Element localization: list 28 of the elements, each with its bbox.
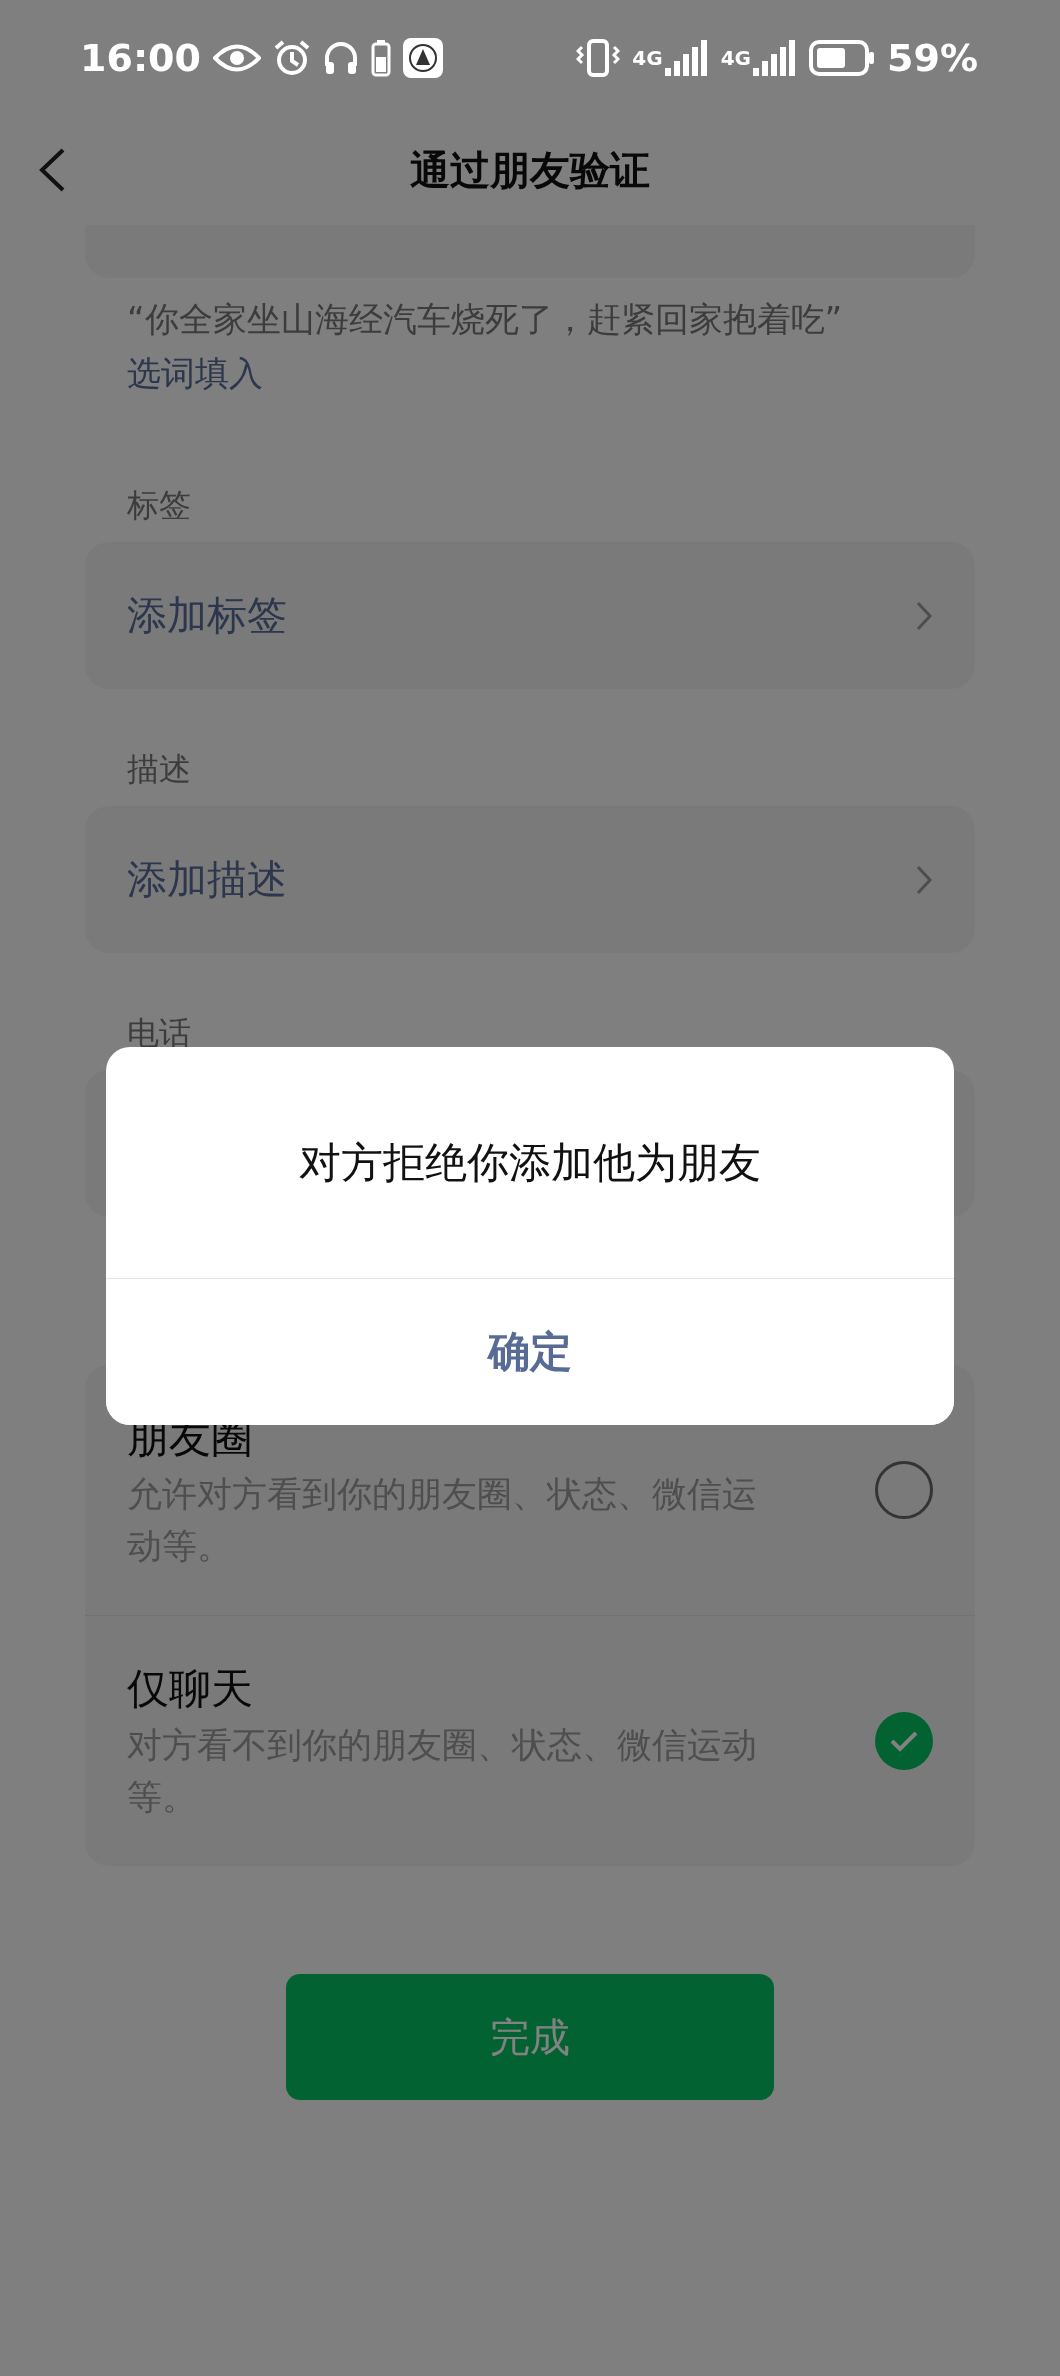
signal-icon xyxy=(664,39,709,76)
settings-row[interactable]: 添加描述 xyxy=(85,806,975,953)
settings-row[interactable]: 添加标签 xyxy=(85,542,975,689)
permission-title: 仅聊天 xyxy=(127,1663,254,1715)
eye-icon xyxy=(212,42,261,73)
done-button[interactable]: 完成 xyxy=(286,1974,774,2100)
battery-percentage: 59% xyxy=(887,35,978,80)
chevron-icon xyxy=(915,599,933,632)
back-icon[interactable] xyxy=(38,147,66,193)
greeting-hint: “你全家坐山海经汽车烧死了，赶紧回家抱着吃” 选词填入 xyxy=(126,298,844,395)
vibrate-icon xyxy=(576,38,621,77)
network-type: 4G xyxy=(632,45,663,70)
network-type: 4G xyxy=(720,45,752,70)
radio-button[interactable] xyxy=(875,1712,933,1770)
chevron-icon xyxy=(915,863,933,896)
check-icon xyxy=(889,1730,919,1752)
battery-icon xyxy=(809,39,876,76)
page-title: 通过朋友验证 xyxy=(410,145,650,195)
app-icon xyxy=(402,37,443,78)
radio-button[interactable] xyxy=(875,1461,933,1519)
clock-time: 16:00 xyxy=(80,35,201,80)
section-label: 标签 xyxy=(126,485,192,526)
section-label: 描述 xyxy=(126,749,192,790)
select-words-link[interactable]: 选词填入 xyxy=(127,353,263,393)
alarm-icon xyxy=(272,38,311,77)
battery-icon xyxy=(370,38,391,77)
headphones-icon xyxy=(322,39,359,76)
signal-icon xyxy=(753,39,798,76)
